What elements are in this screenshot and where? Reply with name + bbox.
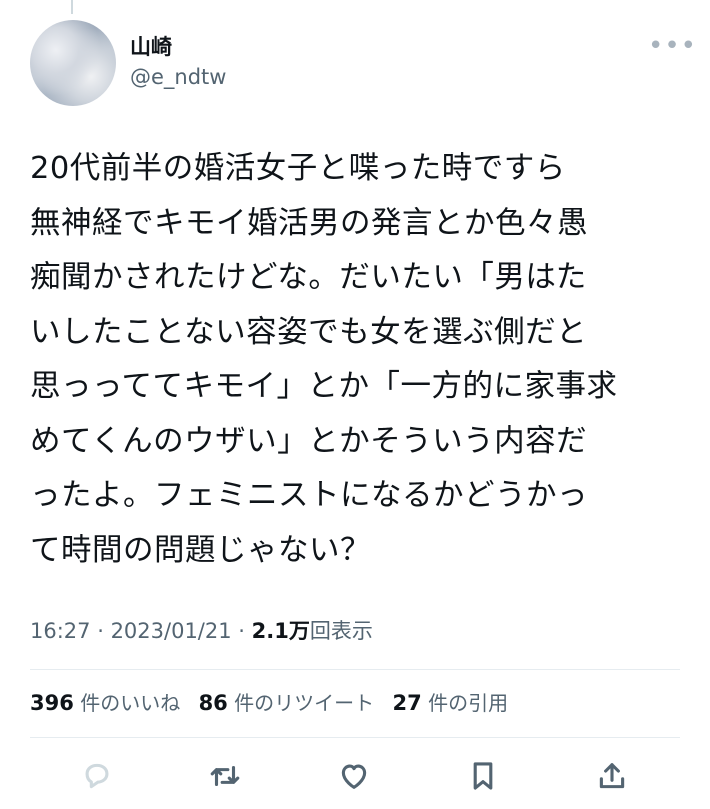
tweet-stats: 396 件のいいね 86 件のリツイート 27 件の引用 — [30, 688, 520, 718]
divider — [30, 669, 680, 670]
avatar[interactable] — [30, 20, 116, 106]
tweet-date[interactable]: 2023/01/21 — [111, 619, 232, 643]
bookmark-icon[interactable] — [463, 756, 503, 796]
retweets-stat[interactable]: 86 件のリツイート — [199, 691, 375, 715]
likes-count: 396 — [30, 691, 74, 715]
retweet-icon[interactable] — [205, 756, 245, 796]
like-icon[interactable] — [334, 756, 374, 796]
view-count: 2.1万 — [251, 619, 310, 643]
display-name[interactable]: 山崎 — [130, 34, 172, 60]
quotes-label: 件の引用 — [428, 691, 509, 715]
likes-label: 件のいいね — [80, 691, 181, 715]
tweet-text: 20代前半の婚活女子と喋った時ですら 無神経でキモイ婚活男の発言とか色々愚 痴聞… — [30, 151, 618, 568]
user-handle[interactable]: @e_ndtw — [130, 64, 226, 90]
more-horizontal-icon[interactable]: ••• — [648, 33, 697, 59]
tweet-time[interactable]: 16:27 — [30, 619, 91, 643]
reply-icon[interactable] — [77, 756, 117, 796]
action-bar — [0, 748, 710, 804]
tweet-meta: 16:27 · 2023/01/21 · 2.1万回表示 — [30, 616, 373, 646]
retweets-count: 86 — [198, 691, 228, 715]
thread-line — [71, 0, 73, 14]
meta-separator: · — [90, 619, 111, 643]
view-label: 回表示 — [309, 619, 373, 643]
divider — [30, 737, 680, 738]
likes-stat[interactable]: 396 件のいいね — [30, 691, 180, 715]
quotes-stat[interactable]: 27 件の引用 — [393, 691, 509, 715]
meta-separator: · — [231, 619, 252, 643]
share-icon[interactable] — [592, 756, 632, 796]
retweets-label: 件のリツイート — [234, 691, 375, 715]
quotes-count: 27 — [392, 691, 422, 715]
